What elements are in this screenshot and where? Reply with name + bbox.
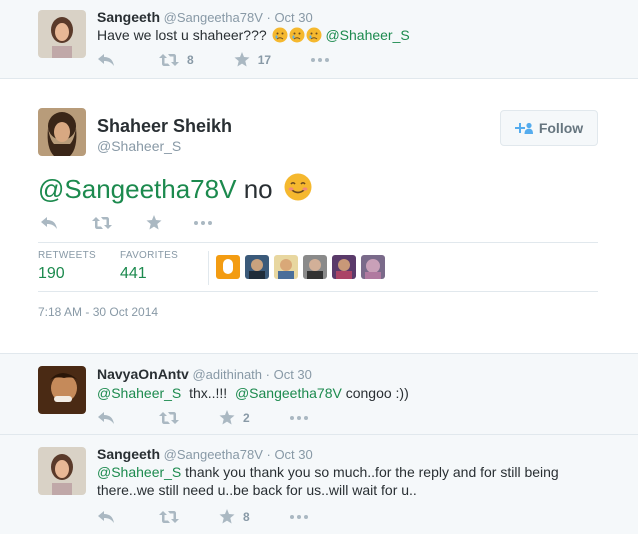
retweet-button[interactable]: 8	[159, 53, 194, 67]
tweet-text: @Sangeetha78V no	[38, 172, 312, 209]
tweet-text-body: Have we lost u shaheer???	[97, 27, 267, 43]
more-button[interactable]	[194, 220, 212, 225]
favorite-count: 8	[243, 509, 250, 524]
mention-link[interactable]: @Shaheer_S	[325, 27, 409, 43]
reply-button[interactable]	[97, 53, 115, 67]
tweet-actions: 8	[97, 509, 344, 524]
favorite-icon	[234, 52, 250, 67]
mention-link[interactable]: @Sangeetha78V	[235, 385, 342, 401]
reply-tweet[interactable]: Sangeeth @Sangeetha78V · Oct 30 @Shaheer…	[0, 435, 638, 534]
avatar[interactable]	[38, 366, 86, 414]
crying-emoji-icon	[306, 27, 322, 47]
mention-link[interactable]: @Sangeetha78V	[38, 174, 236, 204]
author-name[interactable]: Sangeeth	[97, 9, 160, 25]
tweet-text-body: thx..!!!	[189, 385, 228, 401]
author-handle[interactable]: @Sangeetha78V	[164, 447, 263, 462]
tweet-text-line-1: thank you thank you so much..for the rep…	[185, 464, 559, 480]
tweet-text-body: no	[243, 174, 273, 204]
tweet-actions: 2	[97, 410, 344, 425]
tweet-text: @Shaheer_S thx..!!! @Sangeetha78V congoo…	[97, 384, 409, 402]
tweet-time[interactable]: · Oct 30	[267, 10, 313, 25]
favorite-count: 2	[243, 410, 250, 425]
tweet-text: Have we lost u shaheer??? @Shaheer_S	[97, 26, 410, 47]
author-handle[interactable]: @adithinath	[192, 367, 262, 382]
more-button[interactable]	[311, 57, 330, 62]
retweet-button[interactable]	[159, 411, 179, 425]
tweet-time[interactable]: · Oct 30	[266, 367, 312, 382]
favorite-button[interactable]	[146, 215, 162, 230]
reply-icon	[97, 53, 115, 67]
reply-button[interactable]	[97, 411, 115, 425]
retweet-button[interactable]	[159, 510, 179, 524]
tweet-actions	[40, 215, 248, 230]
tweet-time[interactable]: · Oct 30	[267, 447, 313, 462]
favorite-icon	[219, 509, 235, 524]
crying-emoji-icon	[289, 27, 305, 47]
reply-button[interactable]	[97, 510, 115, 524]
favorite-icon	[219, 410, 235, 425]
more-icon	[311, 57, 330, 62]
favorites-label: FAVORITES	[120, 250, 179, 261]
retweet-icon	[92, 216, 112, 230]
favorites-stat[interactable]: FAVORITES 441	[120, 250, 178, 283]
more-icon	[194, 220, 212, 225]
avatar[interactable]	[38, 447, 86, 495]
avatar[interactable]	[361, 255, 385, 279]
author-name[interactable]: Shaheer Sheikh	[97, 116, 232, 137]
favorite-icon	[146, 215, 162, 230]
avatar[interactable]	[332, 255, 356, 279]
retweet-button[interactable]	[92, 216, 112, 230]
avatar[interactable]	[38, 10, 86, 58]
avatar[interactable]	[274, 255, 298, 279]
favorite-count: 17	[257, 52, 272, 67]
author-handle[interactable]: @Sangeetha78V	[164, 10, 263, 25]
author-handle[interactable]: @Shaheer_S	[97, 138, 181, 154]
retweet-icon	[159, 510, 179, 524]
follow-button-label: Follow	[538, 120, 584, 136]
stats-divider	[208, 251, 209, 285]
favorite-button[interactable]: 2	[219, 410, 250, 425]
retweet-icon	[159, 53, 179, 67]
reply-tweet[interactable]: NavyaOnAntv @adithinath · Oct 30 @Shahee…	[0, 354, 638, 435]
follow-button[interactable]: Follow	[500, 110, 598, 146]
more-icon	[289, 514, 308, 519]
avatar[interactable]	[245, 255, 269, 279]
reply-icon	[40, 216, 58, 230]
avatar[interactable]	[216, 255, 240, 279]
favorites-count: 441	[120, 265, 147, 282]
favoriters-list	[216, 255, 390, 279]
favorite-button[interactable]: 17	[234, 52, 271, 67]
reply-button[interactable]	[40, 216, 58, 230]
favorite-button[interactable]: 8	[219, 509, 250, 524]
retweets-label: RETWEETS	[38, 250, 96, 261]
tweet-text-line-2: there..we still need u..be back for us..…	[97, 482, 417, 498]
mention-link[interactable]: @Shaheer_S	[97, 385, 181, 401]
more-icon	[289, 415, 308, 420]
retweets-stat[interactable]: RETWEETS 190	[38, 250, 96, 283]
retweet-icon	[159, 411, 179, 425]
follow-person-icon	[514, 122, 533, 134]
reply-icon	[97, 411, 115, 425]
parent-tweet[interactable]: Sangeeth @Sangeetha78V · Oct 30 Have we …	[0, 0, 638, 79]
mention-link[interactable]: @Shaheer_S	[97, 464, 181, 480]
smile-emoji-icon	[284, 173, 312, 209]
tweet-datetime[interactable]: 7:18 AM - 30 Oct 2014	[38, 305, 158, 319]
reply-icon	[97, 510, 115, 524]
retweets-count: 190	[38, 265, 65, 282]
tweet-text: @Shaheer_S thank you thank you so much..…	[97, 463, 597, 499]
author-name[interactable]: Sangeeth	[97, 446, 160, 462]
avatar[interactable]	[303, 255, 327, 279]
avatar[interactable]	[38, 108, 86, 156]
retweet-count: 8	[187, 52, 194, 67]
more-button[interactable]	[289, 415, 308, 420]
more-button[interactable]	[289, 514, 308, 519]
author-name[interactable]: NavyaOnAntv	[97, 366, 189, 382]
tweet-stats: RETWEETS 190 FAVORITES 441	[38, 242, 598, 292]
tweet-actions: 8 17	[97, 52, 365, 67]
crying-emoji-icon	[272, 27, 288, 47]
tweet-text-body: congoo :))	[345, 385, 409, 401]
